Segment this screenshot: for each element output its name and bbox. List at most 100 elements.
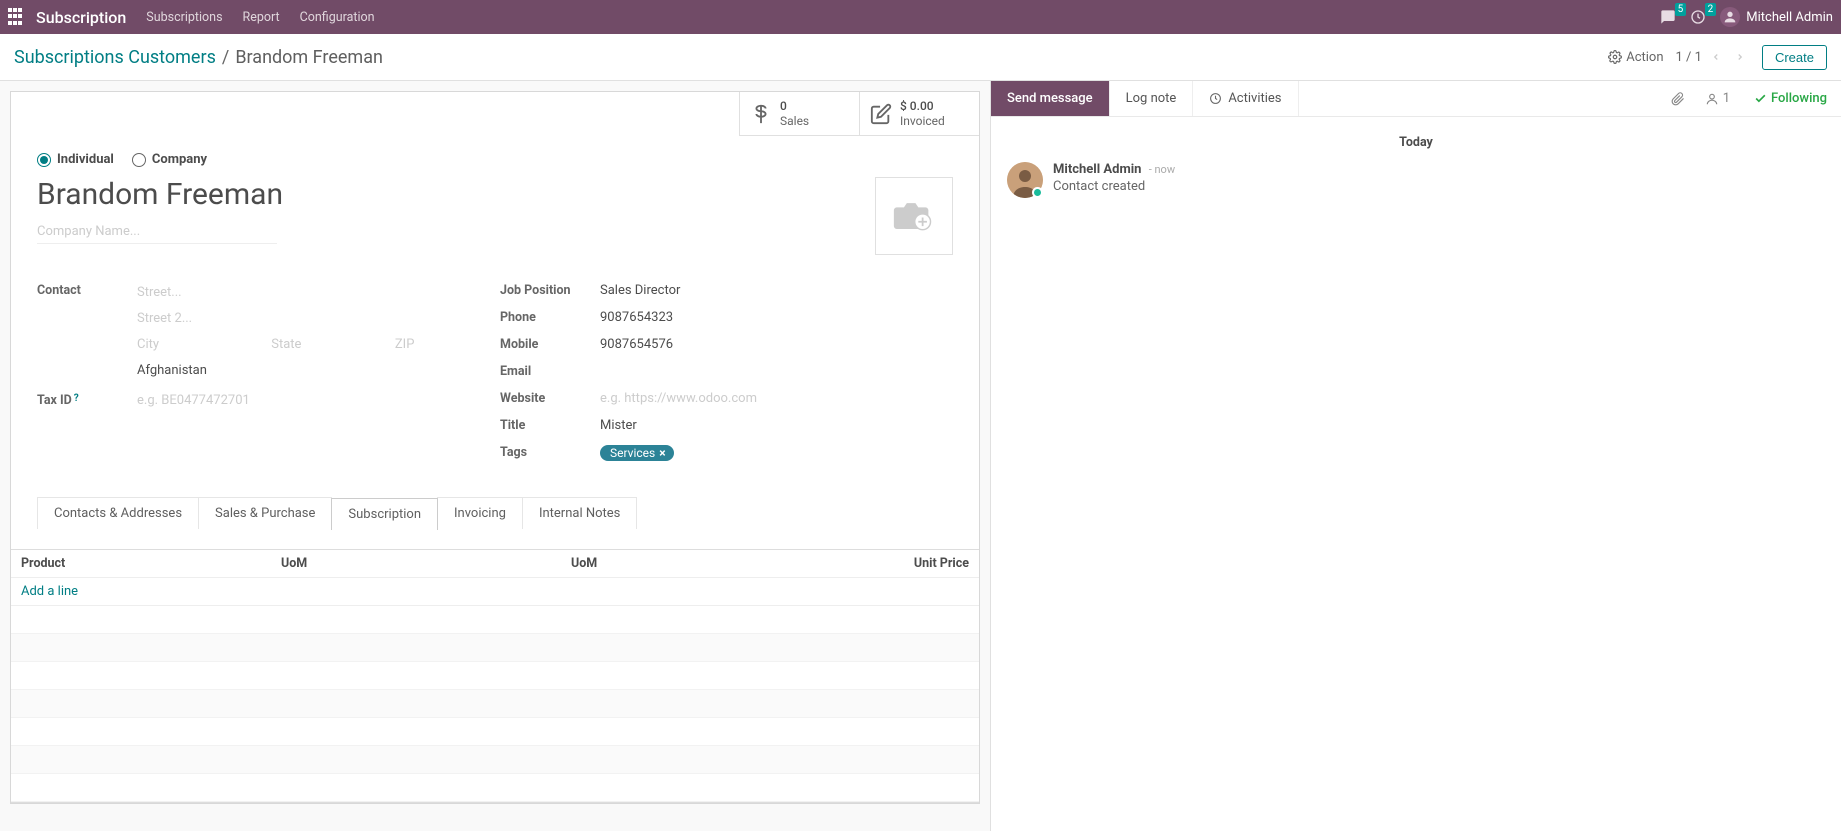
label-tags: Tags [500, 445, 600, 461]
create-button[interactable]: Create [1762, 45, 1827, 70]
tab-invoicing[interactable]: Invoicing [437, 497, 523, 529]
radio-dot-icon [37, 153, 51, 167]
followers-button[interactable]: 1 [1695, 91, 1740, 106]
stat-sales[interactable]: 0 Sales [739, 92, 859, 136]
empty-row [11, 746, 979, 774]
tags-input[interactable]: Services × [600, 445, 953, 461]
message-time: - now [1149, 163, 1175, 176]
activities-button[interactable]: Activities [1193, 81, 1298, 116]
stat-invoiced-label: Invoiced [900, 114, 945, 128]
chevron-right-icon [1735, 52, 1745, 62]
camera-plus-icon [891, 198, 937, 234]
tab-contacts[interactable]: Contacts & Addresses [37, 497, 199, 529]
check-icon [1754, 92, 1767, 105]
discuss-badge: 5 [1675, 3, 1687, 16]
user-icon [1705, 92, 1719, 106]
stat-sales-label: Sales [780, 114, 809, 128]
breadcrumb-current: Brandom Freeman [235, 47, 383, 68]
top-navbar: Subscription Subscriptions Report Config… [0, 0, 1841, 34]
avatar [1720, 7, 1740, 27]
phone-input[interactable]: 9087654323 [600, 310, 953, 325]
city-input[interactable]: City [137, 335, 253, 355]
pencil-square-icon [870, 103, 892, 125]
radio-dot-icon [132, 153, 146, 167]
message-author[interactable]: Mitchell Admin [1053, 162, 1141, 177]
title-input[interactable]: Mister [600, 418, 953, 433]
tab-sales-purchase[interactable]: Sales & Purchase [198, 497, 332, 529]
street2-input[interactable]: Street 2... [137, 309, 490, 329]
label-job: Job Position [500, 283, 600, 298]
website-input[interactable]: e.g. https://www.odoo.com [600, 391, 953, 406]
message-content: Contact created [1053, 179, 1175, 194]
empty-row [11, 662, 979, 690]
clock-icon [1209, 92, 1222, 105]
nav-link-configuration[interactable]: Configuration [300, 10, 375, 25]
pager-prev[interactable] [1706, 44, 1726, 70]
stat-invoiced[interactable]: $ 0.00 Invoiced [859, 92, 979, 136]
tag-remove-icon[interactable]: × [659, 446, 665, 460]
online-status-icon [1032, 187, 1043, 198]
tax-id-input[interactable]: e.g. BE0477472701 [137, 393, 490, 408]
empty-row [11, 690, 979, 718]
stat-invoiced-value: $ 0.00 [900, 99, 945, 113]
zip-input[interactable]: ZIP [395, 335, 490, 355]
radio-individual[interactable]: Individual [37, 152, 114, 167]
tab-internal-notes[interactable]: Internal Notes [522, 497, 637, 529]
chevron-left-icon [1711, 52, 1721, 62]
state-input[interactable]: State [271, 335, 377, 355]
breadcrumb-link[interactable]: Subscriptions Customers [14, 47, 216, 68]
record-name[interactable]: Brandom Freeman [37, 177, 855, 212]
apps-icon[interactable] [8, 8, 26, 26]
col-uom2: UoM [571, 556, 879, 571]
username-label: Mitchell Admin [1746, 10, 1833, 25]
action-dropdown[interactable]: Action [1608, 50, 1663, 65]
pager: 1 / 1 [1676, 44, 1750, 70]
tabs-row: Contacts & Addresses Sales & Purchase Su… [37, 497, 953, 529]
empty-row [11, 606, 979, 634]
label-phone: Phone [500, 310, 600, 325]
country-input[interactable]: Afghanistan [137, 361, 490, 381]
message: Mitchell Admin - now Contact created [1007, 162, 1825, 198]
label-tax-id: Tax ID? [37, 393, 137, 408]
empty-row [11, 774, 979, 802]
activity-clock-icon[interactable]: 2 [1690, 9, 1706, 25]
tab-panel: Product UoM UoM Unit Price Add a line [11, 549, 979, 803]
dollar-icon [750, 103, 772, 125]
following-button[interactable]: Following [1740, 91, 1841, 106]
gear-icon [1608, 50, 1622, 64]
col-unit-price: Unit Price [879, 556, 969, 571]
empty-row [11, 718, 979, 746]
label-mobile: Mobile [500, 337, 600, 352]
log-note-button[interactable]: Log note [1110, 81, 1194, 116]
pager-next[interactable] [1730, 44, 1750, 70]
stat-sales-value: 0 [780, 99, 809, 113]
label-website: Website [500, 391, 600, 406]
radio-company[interactable]: Company [132, 152, 207, 167]
form-sheet: 0 Sales $ 0.00 Invoiced [10, 91, 980, 804]
app-brand[interactable]: Subscription [36, 8, 126, 27]
empty-row [11, 634, 979, 662]
tab-subscription[interactable]: Subscription [331, 498, 438, 530]
control-panel: Subscriptions Customers / Brandom Freema… [0, 34, 1841, 81]
col-uom1: UoM [281, 556, 571, 571]
discuss-icon[interactable]: 5 [1660, 9, 1676, 25]
nav-link-report[interactable]: Report [243, 10, 280, 25]
job-input[interactable]: Sales Director [600, 283, 953, 298]
email-input[interactable] [600, 364, 953, 379]
day-separator: Today [1007, 135, 1825, 150]
company-name-input[interactable]: Company Name... [37, 220, 277, 244]
pager-text: 1 / 1 [1676, 50, 1702, 65]
breadcrumb: Subscriptions Customers / Brandom Freema… [14, 47, 383, 68]
nav-link-subscriptions[interactable]: Subscriptions [146, 10, 222, 25]
image-upload[interactable] [875, 177, 953, 255]
help-icon[interactable]: ? [74, 393, 79, 404]
activity-badge: 2 [1705, 3, 1717, 16]
attachment-button[interactable] [1661, 92, 1695, 106]
street-input[interactable]: Street... [137, 283, 490, 303]
add-line-link[interactable]: Add a line [11, 578, 979, 606]
user-menu[interactable]: Mitchell Admin [1720, 7, 1833, 27]
mobile-input[interactable]: 9087654576 [600, 337, 953, 352]
paperclip-icon [1671, 92, 1685, 106]
label-contact: Contact [37, 283, 137, 381]
send-message-button[interactable]: Send message [991, 81, 1110, 116]
